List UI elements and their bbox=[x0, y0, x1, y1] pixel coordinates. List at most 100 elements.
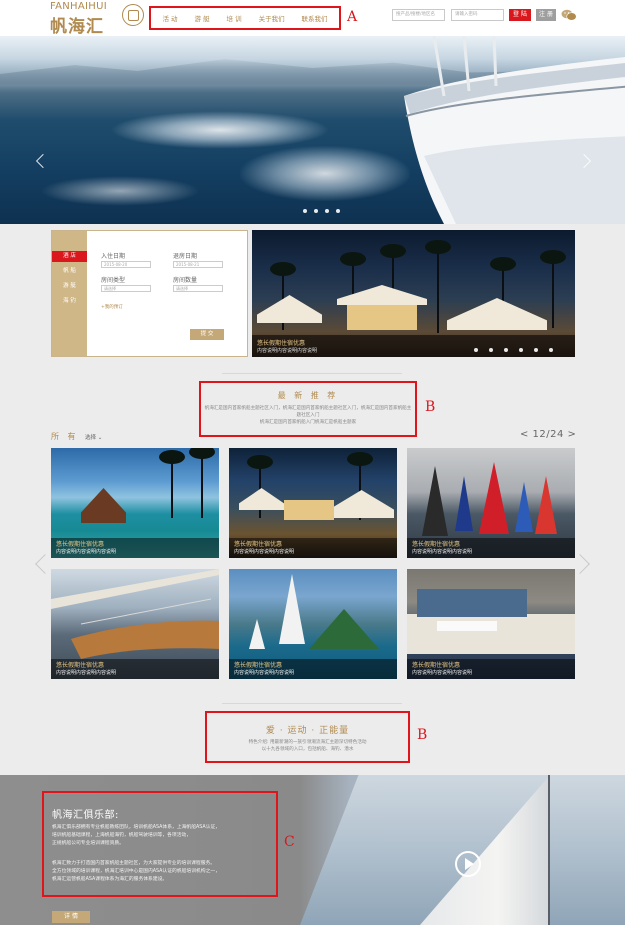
card-2[interactable]: 悠长假期住宿优惠 内容说明内容说明内容说明 bbox=[229, 448, 397, 558]
card-1[interactable]: 悠长假期住宿优惠 内容说明内容说明内容说明 bbox=[51, 448, 219, 558]
login-button[interactable]: 登 陆 bbox=[509, 9, 531, 21]
palm-tree bbox=[425, 240, 451, 333]
filter-all[interactable]: 所 有 bbox=[51, 431, 79, 442]
annotation-a: A bbox=[347, 9, 358, 25]
nav-item-activity[interactable]: 活 动 bbox=[162, 13, 177, 23]
resort-dot[interactable] bbox=[534, 348, 538, 352]
card-4[interactable]: 悠长假期住宿优惠 内容说明内容说明内容说明 bbox=[51, 569, 219, 679]
resort-pagination bbox=[474, 348, 553, 352]
register-button[interactable]: 注 册 bbox=[536, 9, 556, 21]
card-5[interactable]: 悠长假期住宿优惠 内容说明内容说明内容说明 bbox=[229, 569, 397, 679]
resort-house bbox=[347, 305, 417, 330]
card-title: 悠长假期住宿优惠 bbox=[56, 541, 105, 548]
tab-yacht[interactable]: 游 艇 bbox=[52, 281, 87, 292]
annotation-b: B bbox=[417, 727, 428, 743]
hero-pagination bbox=[303, 209, 340, 213]
hero-yacht-image bbox=[404, 36, 625, 224]
club-text-line: 培训帆船基础课程，上海帆船海钓，帆船驾驶培训等，各项活动， bbox=[52, 833, 192, 838]
hero-dot[interactable] bbox=[325, 209, 329, 213]
sail bbox=[249, 619, 265, 649]
island bbox=[309, 609, 379, 649]
room-type-select[interactable]: 请选择 bbox=[101, 285, 151, 292]
divider bbox=[222, 703, 402, 704]
room-count-select[interactable]: 请选择 bbox=[173, 285, 223, 292]
nav-item-yacht[interactable]: 游 艇 bbox=[195, 13, 210, 23]
nav-item-training[interactable]: 培 训 bbox=[227, 13, 242, 23]
hero-banner[interactable] bbox=[0, 36, 625, 224]
booking-submit-button[interactable]: 提 交 bbox=[190, 329, 224, 340]
logo[interactable]: FANHAIHUI 帆海汇 bbox=[50, 1, 148, 37]
checkin-field[interactable]: 2015-08-20 bbox=[101, 261, 151, 268]
sport-desc: 特色介绍: 用最新潮的一族引领潮流海汇主题深切特色活动 以十九各领域的入口，包括… bbox=[215, 739, 400, 753]
nav-item-about[interactable]: 关于我们 bbox=[259, 13, 285, 23]
card-subtitle: 内容说明内容说明内容说明 bbox=[56, 670, 117, 676]
resort-dot[interactable] bbox=[549, 348, 553, 352]
recommend-title: 最 新 推 荐 bbox=[277, 391, 339, 400]
palm-tree bbox=[540, 250, 566, 328]
resort-dot[interactable] bbox=[489, 348, 493, 352]
card-title: 悠长假期住宿优惠 bbox=[56, 662, 105, 669]
tent bbox=[337, 285, 427, 305]
hero-dot[interactable] bbox=[303, 209, 307, 213]
sport-title: 爱 · 运动 · 正能量 bbox=[265, 726, 350, 736]
room-type-label: 房间类型 bbox=[101, 277, 126, 284]
room-count-label: 房间数量 bbox=[173, 277, 198, 284]
filter-select[interactable]: 选择 ⌄ bbox=[85, 433, 102, 441]
card-subtitle: 内容说明内容说明内容说明 bbox=[412, 670, 473, 676]
card-title: 悠长假期住宿优惠 bbox=[234, 541, 283, 548]
card-title: 悠长假期住宿优惠 bbox=[234, 662, 283, 669]
tab-hotel[interactable]: 酒 店 bbox=[52, 251, 87, 262]
resort-subtitle: 内容说明内容说明内容说明 bbox=[257, 348, 318, 354]
tab-sailboat[interactable]: 帆 船 bbox=[52, 266, 87, 277]
hero-wave bbox=[40, 176, 200, 206]
grid-pager[interactable]: < 12/24 > bbox=[520, 429, 576, 440]
hero-wave bbox=[240, 146, 410, 201]
main-nav: 活 动 游 艇 培 训 关于我们 联系我们 bbox=[149, 6, 341, 30]
palm-tree bbox=[189, 448, 215, 518]
play-video-icon[interactable] bbox=[455, 851, 481, 877]
club-text-line: 正规帆船公司专业培训课程资质。 bbox=[52, 841, 124, 846]
card-subtitle: 内容说明内容说明内容说明 bbox=[56, 549, 117, 555]
booking-panel: 酒 店 帆 船 游 艇 海 钓 入住日期 退房日期 2015-08-20 201… bbox=[51, 230, 248, 357]
search-input[interactable]: 搜产品/搜楼/地区名 bbox=[392, 9, 445, 21]
bathtub bbox=[437, 621, 497, 631]
club-text-line: 全方位领域的培训课程，帆海汇培训中心是国内ASA认证的帆船培训机构之一， bbox=[52, 869, 220, 874]
annotation-b: B bbox=[425, 399, 436, 415]
tab-fishing[interactable]: 海 钓 bbox=[52, 296, 87, 307]
club-details-button[interactable]: 详 情 bbox=[52, 911, 90, 923]
tent bbox=[447, 298, 547, 330]
club-text-line: 帆海汇运营帆船ASA课程体系为海汇的服务体系建设。 bbox=[52, 877, 168, 882]
page: FANHAIHUI 帆海汇 活 动 游 艇 培 训 关于我们 联系我们 A 搜产… bbox=[0, 0, 625, 925]
my-booking-link[interactable]: +我的预订 bbox=[101, 304, 123, 310]
club-text-line: 帆海汇致力于打造国内首家帆船主题社区，为大家提供专业的培训课程服务。 bbox=[52, 861, 216, 866]
resort-dot[interactable] bbox=[519, 348, 523, 352]
card-subtitle: 内容说明内容说明内容说明 bbox=[412, 549, 473, 555]
hero-dot[interactable] bbox=[336, 209, 340, 213]
sail bbox=[479, 462, 509, 534]
hero-dot[interactable] bbox=[314, 209, 318, 213]
wechat-icon[interactable] bbox=[561, 9, 577, 21]
card-subtitle: 内容说明内容说明内容说明 bbox=[234, 670, 295, 676]
club-text-line: 帆海汇俱乐部拥有专业帆船教练团队，培训帆船ASA体系，上海帆船ASA认证， bbox=[52, 825, 221, 830]
hero-prev-arrow[interactable] bbox=[35, 153, 51, 169]
resort-dot[interactable] bbox=[504, 348, 508, 352]
sport-desc-line: 特色介绍: 用最新潮的一族引领潮流海汇主题深切特色活动 bbox=[248, 740, 367, 745]
interior-floor bbox=[407, 614, 575, 654]
recommend-desc: 帆海汇是国内首家帆船主题社区入门，帆海汇是国内首家帆船主题社区入门，帆海汇是国内… bbox=[203, 405, 413, 426]
card-6[interactable]: 悠长假期住宿优惠 内容说明内容说明内容说明 bbox=[407, 569, 575, 679]
card-title: 悠长假期住宿优惠 bbox=[412, 662, 461, 669]
card-3[interactable]: 悠长假期住宿优惠 内容说明内容说明内容说明 bbox=[407, 448, 575, 558]
logo-seal-icon bbox=[122, 4, 144, 26]
club-title: 帆海汇俱乐部: bbox=[52, 810, 119, 821]
nav-item-contact[interactable]: 联系我们 bbox=[302, 13, 328, 23]
password-input[interactable]: 请输入密码 bbox=[451, 9, 504, 21]
checkout-field[interactable]: 2015-08-21 bbox=[173, 261, 223, 268]
recommend-desc-line: 帆海汇是国内首家帆船主题社区入门，帆海汇是国内首家帆船主题社区入门，帆海汇是国内… bbox=[204, 406, 412, 418]
window-view bbox=[417, 589, 527, 617]
recommend-desc-line: 帆海汇是国内首家帆船入门帆海汇是帆船主题家 bbox=[259, 420, 357, 425]
sport-desc-line: 以十九各领域的入口，包括帆船、海钓、潜水 bbox=[261, 747, 354, 752]
featured-resort-image[interactable]: 悠长假期住宿优惠 内容说明内容说明内容说明 bbox=[252, 230, 575, 357]
resort-house bbox=[284, 500, 334, 520]
annotation-box-b2 bbox=[205, 711, 410, 763]
resort-dot[interactable] bbox=[474, 348, 478, 352]
